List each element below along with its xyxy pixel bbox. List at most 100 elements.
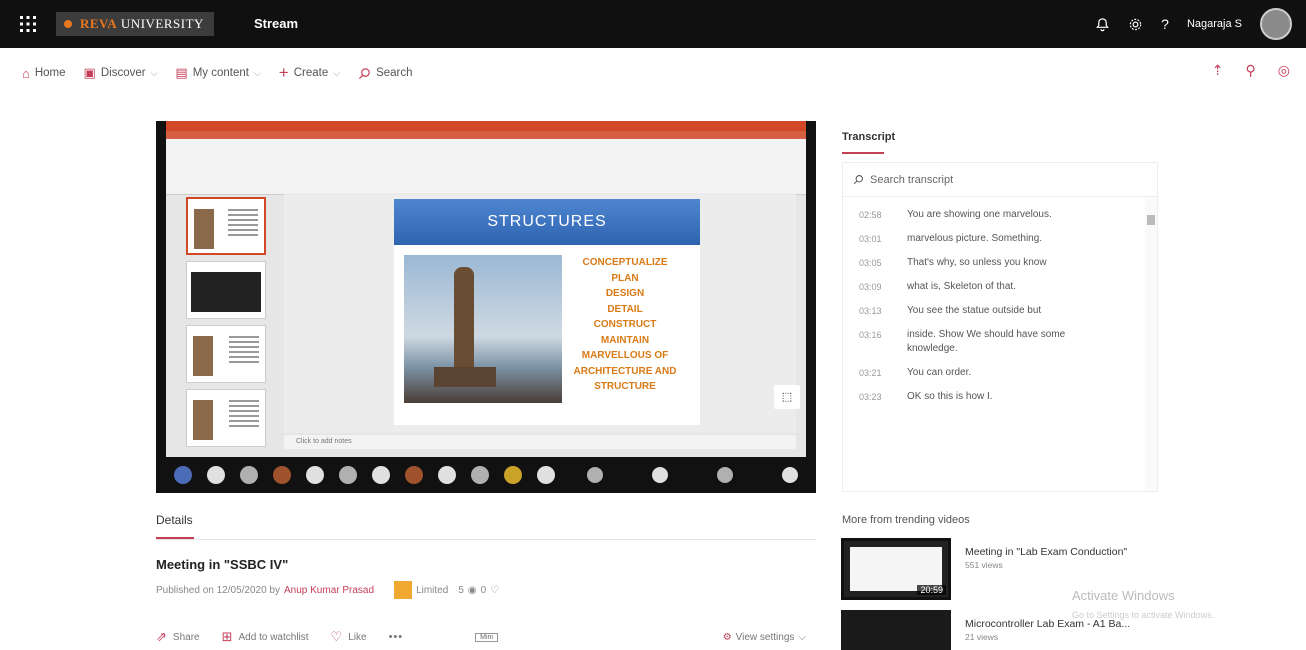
- slide-bullet: PLAN: [611, 272, 639, 284]
- nav-home[interactable]: ⌂ Home: [22, 66, 66, 81]
- video-views: 21 views: [965, 632, 999, 642]
- activate-windows-subtitle: Go to Settings to activate Windows.: [1072, 610, 1215, 620]
- nav-discover[interactable]: ▣ Discover ⌵: [84, 65, 158, 81]
- slide-bullets: CONCEPTUALIZE PLAN DESIGN DETAIL CONSTRU…: [550, 255, 700, 395]
- transcript-row[interactable]: 03:01 marvelous picture. Something.: [843, 227, 1143, 251]
- view-settings-button[interactable]: ⚙ View settings ⌵: [723, 632, 806, 643]
- record-icon[interactable]: ◎: [1278, 62, 1290, 79]
- nav-my-content-label: My content: [192, 67, 249, 79]
- participant-avatar: [240, 466, 258, 484]
- share-icon: ⇗: [156, 629, 167, 644]
- video-views: 551 views: [965, 560, 1003, 570]
- brand-dot-icon: [64, 20, 72, 28]
- heart-icon: ♡: [490, 584, 500, 596]
- person-icon[interactable]: ⚲: [1246, 62, 1256, 79]
- share-button[interactable]: ⇗ Share: [156, 629, 200, 645]
- watchlist-label: Add to watchlist: [238, 631, 309, 643]
- search-transcript-input[interactable]: Search transcript: [843, 163, 1157, 197]
- more-options-button[interactable]: •••: [389, 631, 404, 643]
- transcript-text: what is, Skeleton of that.: [907, 281, 1016, 292]
- bell-icon[interactable]: [1095, 17, 1110, 32]
- author-link[interactable]: Anup Kumar Prasad: [284, 585, 374, 596]
- plus-icon: +: [278, 63, 289, 82]
- transcript-text: You can order.: [907, 367, 972, 378]
- participant-avatar: [174, 466, 192, 484]
- action-bar: ⇗ Share ⊞ Add to watchlist ♡ Like ••• Mi…: [156, 629, 816, 645]
- chevron-down-icon: ⌵: [333, 67, 341, 78]
- activate-windows-watermark: Activate Windows: [1072, 588, 1175, 603]
- transcript-row[interactable]: 02:58 You are showing one marvelous.: [843, 203, 1143, 227]
- video-thumbnail[interactable]: [841, 610, 951, 650]
- slide-canvas: STRUCTURES CONCEPTUALIZE PLAN DESIGN DET…: [284, 193, 796, 433]
- ppt-title-bar: [166, 121, 806, 131]
- chevron-down-icon: ⌵: [253, 67, 261, 78]
- transcript-time: 03:01: [859, 234, 882, 244]
- transcript-text: You are showing one marvelous.: [907, 209, 1052, 220]
- transcript-list: 02:58 You are showing one marvelous. 03:0…: [843, 203, 1143, 409]
- gear-icon[interactable]: [1128, 17, 1143, 32]
- trending-video-card[interactable]: 20:59 Meeting in "Lab Exam Conduction" 5…: [841, 538, 1261, 602]
- transcript-title[interactable]: Transcript: [842, 131, 895, 143]
- participant-avatar: [339, 466, 357, 484]
- nav-search-label: Search: [376, 67, 413, 79]
- top-bar: REVA UNIVERSITY Stream ? Nagaraja S: [0, 0, 1306, 48]
- share-label: Share: [172, 631, 200, 643]
- transcript-row[interactable]: 03:16 inside. Show We should have some kn…: [843, 323, 1143, 361]
- transcript-text: inside. Show We should have some knowled…: [907, 329, 1066, 354]
- participant-avatar: [306, 466, 324, 484]
- chevron-down-icon: ⌵: [798, 631, 806, 643]
- user-name[interactable]: Nagaraja S: [1187, 18, 1242, 30]
- video-player[interactable]: STRUCTURES CONCEPTUALIZE PLAN DESIGN DET…: [156, 121, 816, 493]
- nav-my-content[interactable]: ▤ My content ⌵: [175, 65, 260, 81]
- like-button[interactable]: ♡ Like: [331, 629, 367, 645]
- help-icon[interactable]: ?: [1161, 16, 1169, 32]
- video-duration: 20:59: [917, 585, 946, 595]
- participant-avatar: [504, 466, 522, 484]
- nav-create-label: Create: [293, 67, 329, 79]
- avatar[interactable]: [1260, 8, 1292, 40]
- search-icon: [359, 67, 370, 79]
- limited-label: Limited: [416, 584, 449, 596]
- participants-strip: [156, 457, 816, 493]
- tab-details[interactable]: Details: [156, 513, 193, 527]
- slide: STRUCTURES CONCEPTUALIZE PLAN DESIGN DET…: [394, 199, 700, 425]
- transcript-time: 03:23: [859, 392, 882, 402]
- app-name[interactable]: Stream: [254, 16, 298, 31]
- heart-icon: ♡: [330, 629, 343, 644]
- transcript-row[interactable]: 03:23 OK so this is how I.: [843, 385, 1143, 409]
- app-launcher-icon[interactable]: [18, 14, 38, 34]
- transcript-row[interactable]: 03:05 That's why, so unless you know: [843, 251, 1143, 275]
- transcript-time: 03:09: [859, 282, 882, 292]
- view-settings-label: View settings: [735, 631, 795, 643]
- transcript-row[interactable]: 03:13 You see the statue outside but: [843, 299, 1143, 323]
- page-title: Meeting in "SSBC IV": [156, 557, 289, 572]
- video-thumbnail[interactable]: 20:59: [841, 538, 951, 600]
- nav-search[interactable]: Search: [358, 67, 413, 80]
- transcript-row[interactable]: 03:09 what is, Skeleton of that.: [843, 275, 1143, 299]
- participant-tile: [635, 460, 685, 490]
- slide-thumbnail: [186, 261, 266, 319]
- nav-create[interactable]: + Create ⌵: [279, 63, 340, 83]
- slide-bullet: MAINTAIN: [600, 334, 650, 346]
- trending-title: More from trending videos: [842, 514, 970, 526]
- transcript-text: You see the statue outside but: [907, 305, 1042, 316]
- chevron-down-icon: ⌵: [150, 67, 158, 78]
- brand-university-text: UNIVERSITY: [120, 16, 204, 31]
- add-to-watchlist-button[interactable]: ⊞ Add to watchlist: [222, 629, 309, 645]
- participant-avatar: [405, 466, 423, 484]
- captions-icon[interactable]: ⬚: [774, 385, 800, 409]
- brand-logo[interactable]: REVA UNIVERSITY: [56, 12, 214, 36]
- participant-avatar: [372, 466, 390, 484]
- video-title[interactable]: Meeting in "Lab Exam Conduction": [965, 546, 1127, 558]
- nav-discover-label: Discover: [100, 67, 146, 79]
- transcript-underline: [842, 152, 884, 154]
- nav-right-icons: ⇡ ⚲ ◎: [1212, 62, 1290, 79]
- transcript-scrollbar[interactable]: [1145, 197, 1157, 491]
- transcript-row[interactable]: 03:21 You can order.: [843, 361, 1143, 385]
- upload-icon[interactable]: ⇡: [1212, 62, 1224, 79]
- brand-reva-text: REVA: [80, 16, 118, 31]
- slide-bullet: CONSTRUCT: [593, 319, 657, 330]
- mini-player-button[interactable]: Mini: [475, 632, 498, 642]
- nav-bar: ⌂ Home ▣ Discover ⌵ ▤ My content ⌵ + Cre…: [0, 58, 1306, 88]
- slide-thumbnails: [186, 197, 272, 447]
